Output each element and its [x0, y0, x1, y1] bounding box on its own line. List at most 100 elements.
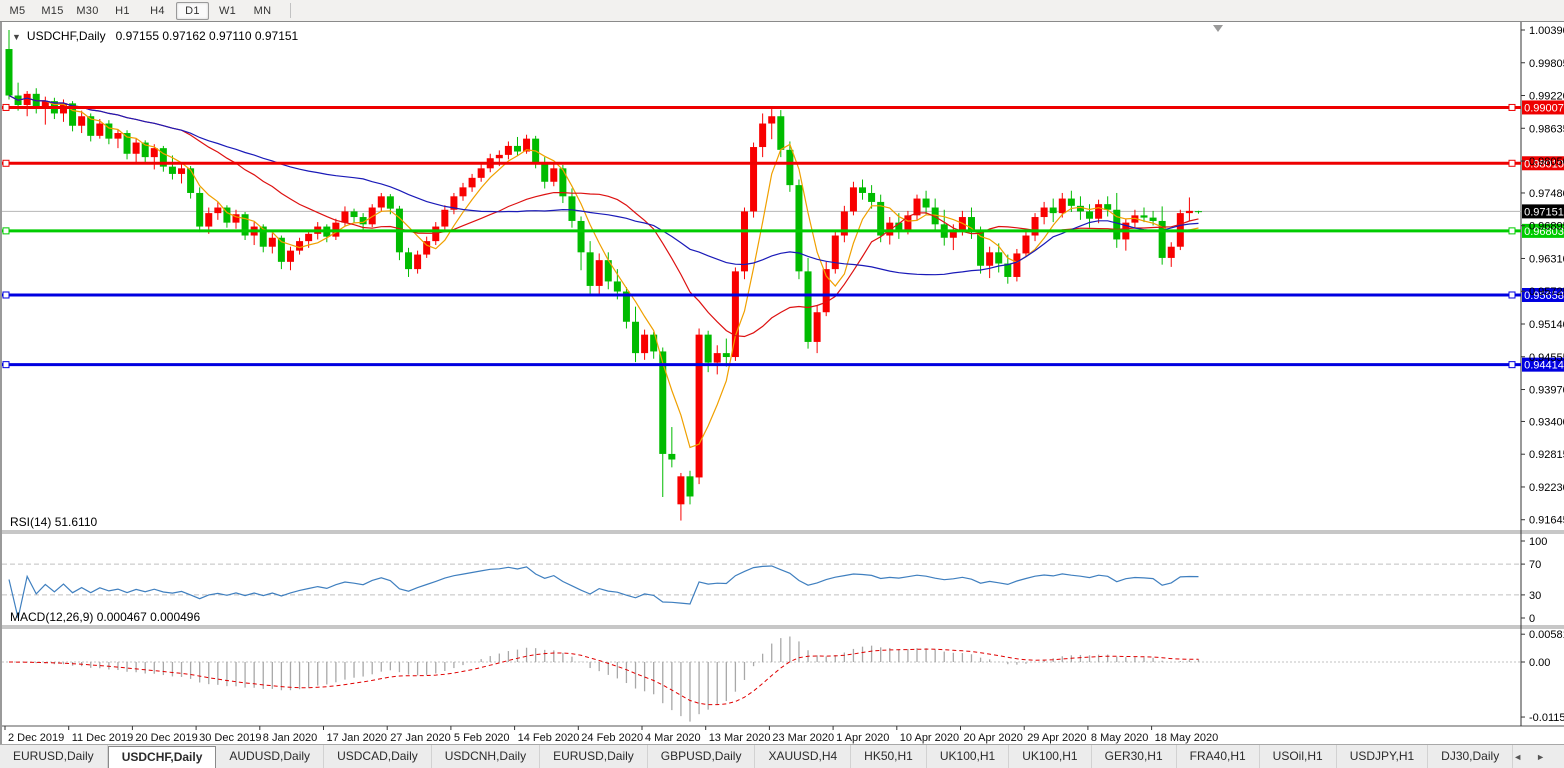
candle-body [305, 234, 312, 241]
date-axis-label: 14 Feb 2020 [518, 732, 580, 744]
date-axis-label: 30 Dec 2019 [199, 732, 261, 744]
candle-body [714, 353, 721, 363]
macd-axis-label: 0.005818 [1529, 629, 1564, 641]
chart-tab-USDCNH,Daily[interactable]: USDCNH,Daily [432, 745, 540, 768]
symbol-dropdown-icon[interactable]: ▼ [12, 32, 21, 42]
candle-body [441, 210, 448, 227]
chart-tab-EURUSD,Daily[interactable]: EURUSD,Daily [540, 745, 648, 768]
chart-tab-DJ30,Daily[interactable]: DJ30,Daily [1428, 745, 1513, 768]
chart-tab-AUDUSD,Daily[interactable]: AUDUSD,Daily [216, 745, 324, 768]
candle-body [169, 167, 176, 174]
candle-body [1095, 204, 1102, 219]
candle-body [1150, 218, 1157, 221]
chart-tab-HK50,H1[interactable]: HK50,H1 [851, 745, 927, 768]
date-axis-label: 13 Mar 2020 [709, 732, 771, 744]
candle-body [659, 351, 666, 453]
price-axis-label: 0.96310 [1529, 253, 1564, 265]
price-axis-label: 0.92815 [1529, 449, 1564, 461]
price-axis-label: 0.99220 [1529, 91, 1564, 103]
candle-body [541, 164, 548, 182]
timeframe-button-D1[interactable]: D1 [176, 2, 209, 20]
chart-tab-EURUSD,Daily[interactable]: EURUSD,Daily [0, 745, 108, 768]
hline-handle[interactable] [1509, 292, 1515, 298]
timeframe-button-W1[interactable]: W1 [211, 2, 244, 20]
date-axis-label: 17 Jan 2020 [327, 732, 388, 744]
candle-body [351, 211, 358, 217]
candle-body [414, 255, 421, 270]
chart-canvas[interactable]: 0.990070.980100.968030.956580.944140.971… [2, 22, 1564, 744]
candle-body [923, 199, 930, 208]
chart-tab-GBPUSD,Daily[interactable]: GBPUSD,Daily [648, 745, 756, 768]
chart-tab-USOil,H1[interactable]: USOil,H1 [1260, 745, 1337, 768]
candle-body [514, 146, 521, 152]
candle-body [1068, 199, 1075, 206]
date-axis-label: 5 Feb 2020 [454, 732, 510, 744]
candle-body [133, 143, 140, 154]
candle-body [387, 196, 394, 208]
date-axis-label: 18 May 2020 [1155, 732, 1219, 744]
candle-body [269, 238, 276, 247]
chart-tab-USDCAD,Daily[interactable]: USDCAD,Daily [324, 745, 432, 768]
tab-scroll-arrows: ◄► [1513, 745, 1545, 768]
timeframe-button-MN[interactable]: MN [246, 2, 279, 20]
chart-tab-bar: EURUSD,DailyUSDCHF,DailyAUDUSD,DailyUSDC… [0, 744, 1564, 768]
candle-body [1168, 247, 1175, 258]
hline-handle[interactable] [1509, 160, 1515, 166]
candle-body [759, 124, 766, 148]
candle-body [705, 335, 712, 363]
candle-body [986, 252, 993, 265]
toolbar-separator [290, 3, 291, 18]
date-axis-label: 24 Feb 2020 [581, 732, 643, 744]
hline-handle[interactable] [1509, 362, 1515, 368]
candle-body [78, 116, 85, 126]
hline-handle[interactable] [3, 104, 9, 110]
tab-scroll-right-icon[interactable]: ► [1536, 752, 1545, 762]
candle-body [832, 236, 839, 270]
timeframe-button-M30[interactable]: M30 [71, 2, 104, 20]
date-axis-label: 20 Dec 2019 [135, 732, 197, 744]
chart-title-bar: ▼USDCHF,Daily0.97155 0.97162 0.97110 0.9… [12, 29, 298, 43]
candle-body [723, 353, 730, 357]
price-axis-label: 0.91645 [1529, 515, 1564, 527]
hline-handle[interactable] [3, 292, 9, 298]
rsi-axis-label: 30 [1529, 590, 1541, 602]
timeframe-button-M15[interactable]: M15 [36, 2, 69, 20]
candle-body [341, 211, 348, 222]
candle-body [777, 116, 784, 150]
chart-tab-USDJPY,H1[interactable]: USDJPY,H1 [1337, 745, 1428, 768]
hline-handle[interactable] [3, 228, 9, 234]
price-axis-label: 0.93970 [1529, 385, 1564, 397]
tab-scroll-left-icon[interactable]: ◄ [1513, 752, 1522, 762]
rsi-axis-label: 0 [1529, 613, 1535, 625]
chart-tab-GER30,H1[interactable]: GER30,H1 [1092, 745, 1177, 768]
candle-body [214, 208, 221, 214]
candle-body [587, 252, 594, 286]
hline-handle[interactable] [3, 362, 9, 368]
candle-body [1059, 199, 1066, 214]
timeframe-button-H4[interactable]: H4 [141, 2, 174, 20]
rsi-axis-label: 100 [1529, 536, 1547, 548]
hline-handle[interactable] [1509, 228, 1515, 234]
chart-tab-FRA40,H1[interactable]: FRA40,H1 [1177, 745, 1260, 768]
candle-body [96, 124, 103, 136]
candle-body [768, 116, 775, 123]
hline-handle[interactable] [3, 160, 9, 166]
date-axis-label: 20 Apr 2020 [964, 732, 1023, 744]
timeframe-button-M5[interactable]: M5 [1, 2, 34, 20]
chart-tab-UK100,H1[interactable]: UK100,H1 [927, 745, 1009, 768]
candle-body [995, 252, 1002, 263]
candle-body [505, 146, 512, 155]
rsi-indicator-label: RSI(14) [10, 515, 51, 529]
date-axis-label: 29 Apr 2020 [1027, 732, 1086, 744]
hline-handle[interactable] [1509, 104, 1515, 110]
rsi-value: 51.6110 [55, 515, 98, 529]
chart-tab-UK100,H1[interactable]: UK100,H1 [1009, 745, 1091, 768]
chart-tab-USDCHF,Daily[interactable]: USDCHF,Daily [108, 746, 217, 768]
timeframe-button-H1[interactable]: H1 [106, 2, 139, 20]
candle-body [469, 178, 476, 188]
candle-body [287, 251, 294, 262]
date-axis-label: 10 Apr 2020 [900, 732, 959, 744]
candle-body [1195, 211, 1202, 212]
current-price-badge-label: 0.97151 [1524, 206, 1564, 218]
chart-tab-XAUUSD,H4[interactable]: XAUUSD,H4 [755, 745, 851, 768]
